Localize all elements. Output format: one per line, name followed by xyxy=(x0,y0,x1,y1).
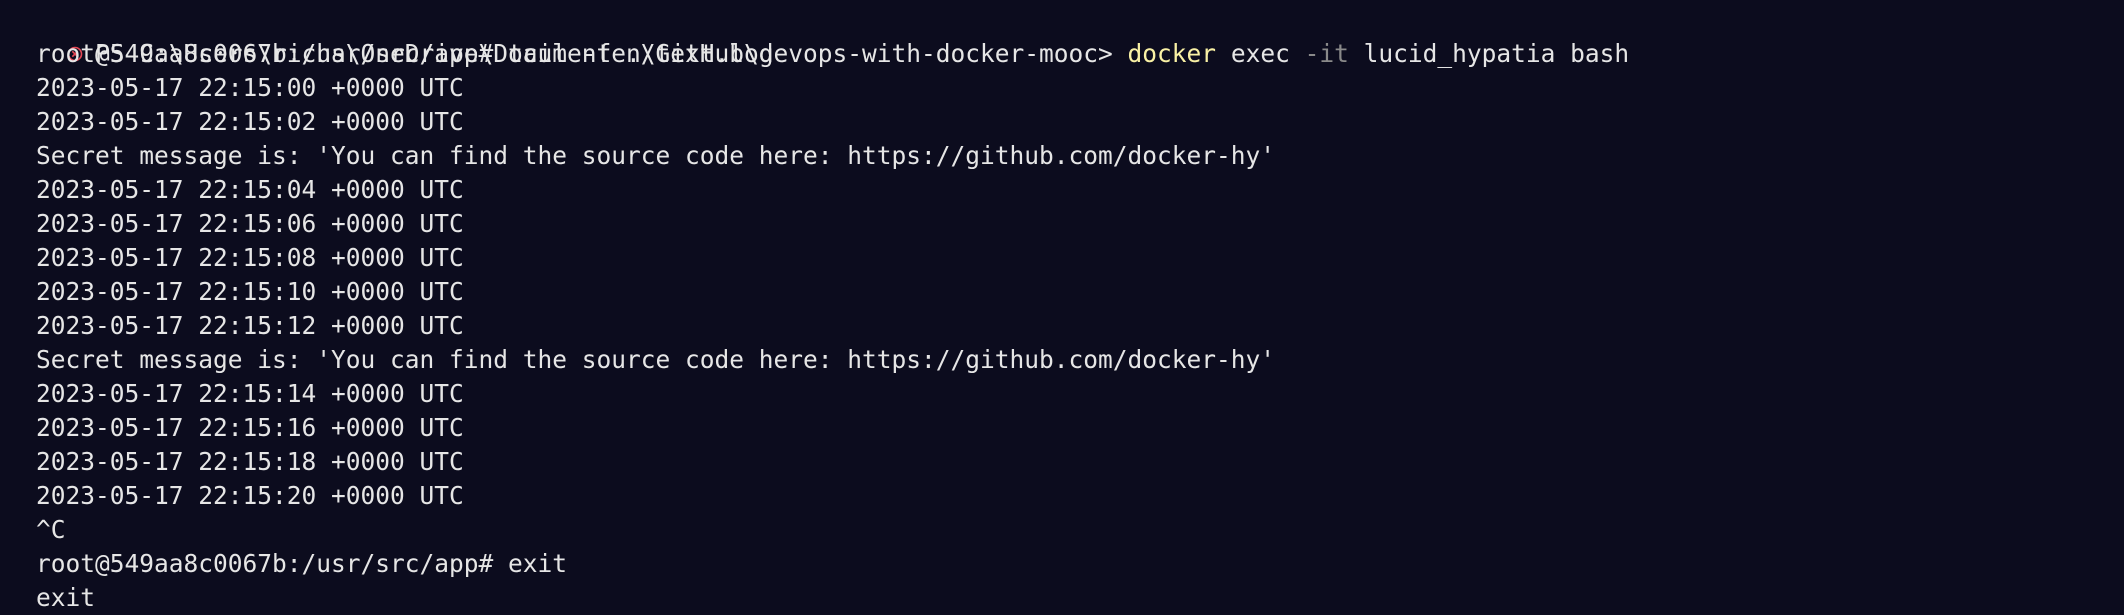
output-line-timestamp: 2023-05-17 22:15:08 +0000 UTC xyxy=(36,243,464,272)
terminal-window[interactable]: PS C:\Users\richa\OneDrive\Documenten\Gi… xyxy=(0,0,2124,614)
output-line-timestamp: 2023-05-17 22:15:00 +0000 UTC xyxy=(36,73,464,102)
powershell-prompt-line: PS C:\Users\richa\OneDrive\Documenten\Gi… xyxy=(0,3,1629,68)
output-line-timestamp: 2023-05-17 22:15:06 +0000 UTC xyxy=(36,209,464,238)
output-line-secret-message: Secret message is: 'You can find the sou… xyxy=(36,141,1276,170)
command-name: docker xyxy=(1127,39,1217,68)
output-line-timestamp: 2023-05-17 22:15:18 +0000 UTC xyxy=(36,447,464,476)
output-line-timestamp: 2023-05-17 22:15:10 +0000 UTC xyxy=(36,277,464,306)
output-line-timestamp: 2023-05-17 22:15:04 +0000 UTC xyxy=(36,175,464,204)
output-line-exit: exit xyxy=(36,583,96,612)
output-line-timestamp: 2023-05-17 22:15:14 +0000 UTC xyxy=(36,379,464,408)
output-line-timestamp: 2023-05-17 22:15:20 +0000 UTC xyxy=(36,481,464,510)
command-args: lucid_hypatia bash xyxy=(1348,39,1630,68)
output-line-tail-command: root@549aa8c0067b:/usr/src/app# tail -f … xyxy=(36,39,774,68)
output-line-interrupt: ^C xyxy=(36,515,66,544)
output-line-timestamp: 2023-05-17 22:15:02 +0000 UTC xyxy=(36,107,464,136)
output-line-timestamp: 2023-05-17 22:15:12 +0000 UTC xyxy=(36,311,464,340)
command-subcommand: exec xyxy=(1216,39,1305,68)
output-line-exit-command: root@549aa8c0067b:/usr/src/app# exit xyxy=(36,549,568,578)
command-flag: -it xyxy=(1304,39,1349,68)
output-line-secret-message: Secret message is: 'You can find the sou… xyxy=(36,345,1276,374)
output-line-timestamp: 2023-05-17 22:15:16 +0000 UTC xyxy=(36,413,464,442)
